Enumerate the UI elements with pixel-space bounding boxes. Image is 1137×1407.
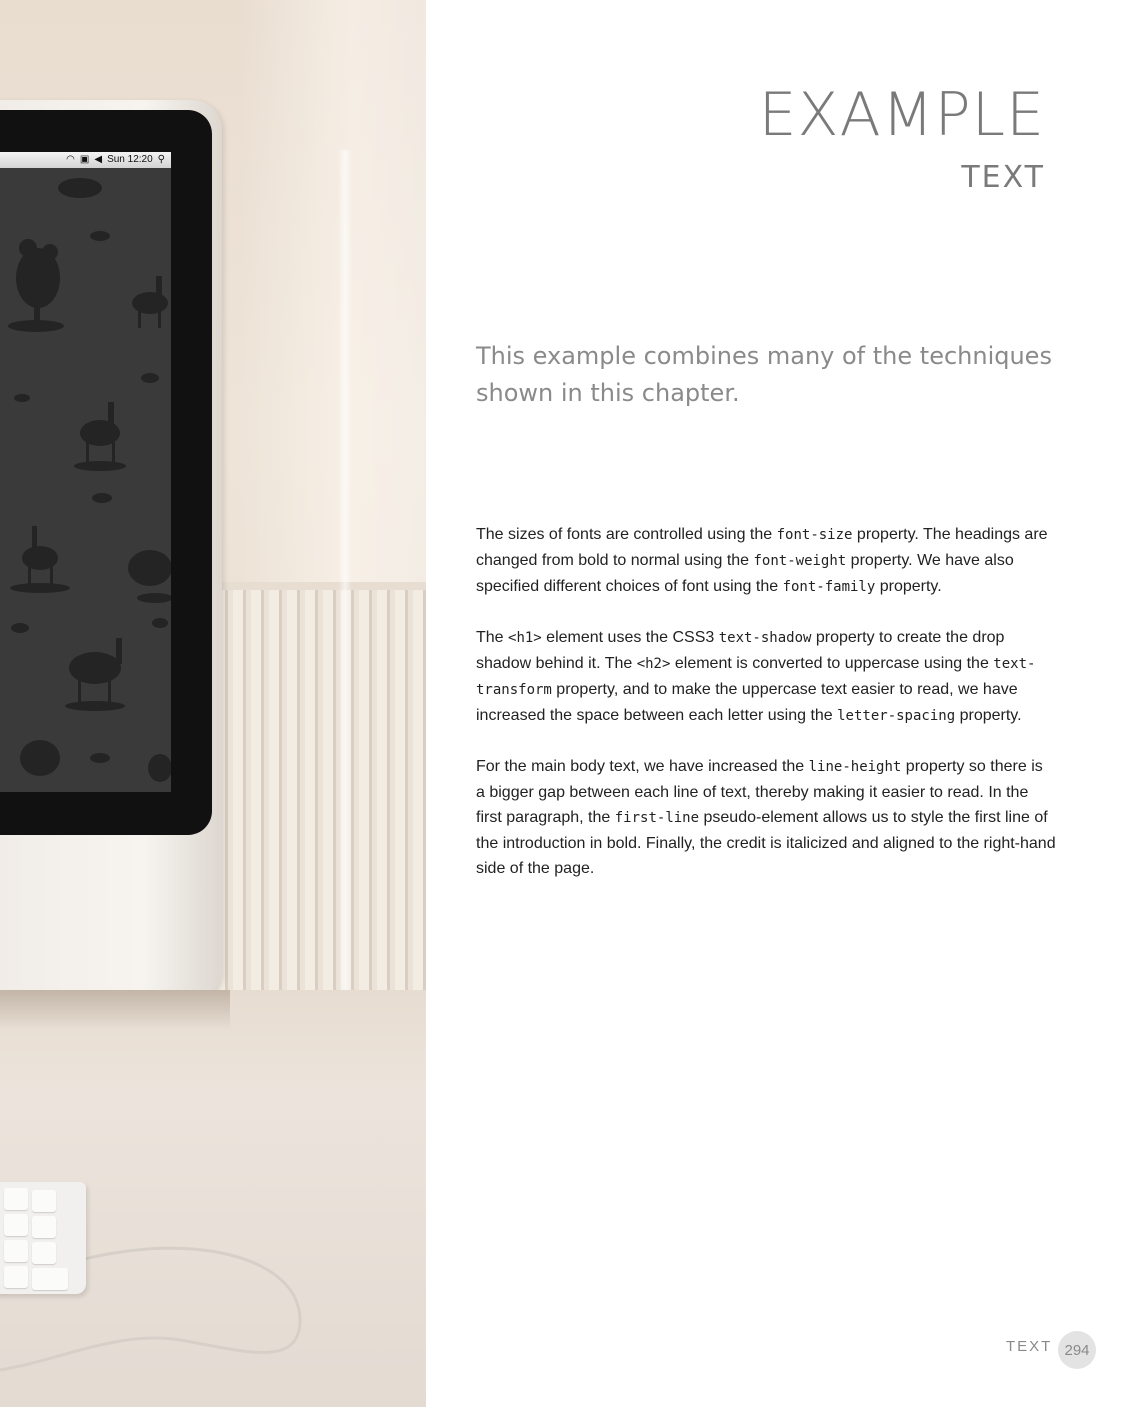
text-segment: The <box>476 629 509 646</box>
body-text: The sizes of fonts are controlled using … <box>476 522 1056 906</box>
paragraph-headings: The <h1> element uses the CSS3 text-shad… <box>476 625 1056 729</box>
keyboard-key <box>32 1268 68 1290</box>
page-number: 294 <box>1058 1331 1096 1369</box>
text-segment: property. <box>875 578 942 595</box>
text-segment: element uses the CSS3 <box>541 629 719 646</box>
keyboard-key <box>4 1266 28 1288</box>
paragraph-fonts: The sizes of fonts are controlled using … <box>476 522 1056 600</box>
railing <box>215 590 426 990</box>
paragraph-body-text: For the main body text, we have increase… <box>476 754 1056 881</box>
keyboard-key <box>32 1242 56 1264</box>
wifi-icon: ◠ <box>66 154 75 165</box>
code-term: letter-spacing <box>837 708 956 724</box>
mac-menubar: ◠ ▣ ◀ Sun 12:20 ⚲ <box>0 152 171 168</box>
display-icon: ▣ <box>79 154 90 165</box>
desk-shadow <box>0 990 230 1030</box>
code-term: line-height <box>808 759 902 775</box>
keyboard-key <box>4 1188 28 1210</box>
keyboard-key <box>4 1214 28 1236</box>
glass-panel-edge <box>338 150 352 1010</box>
keyboard <box>0 1182 86 1294</box>
code-term: first-line <box>614 810 700 826</box>
text-segment: For the main body text, we have increase… <box>476 758 809 775</box>
footer-section-label: TEXT <box>1006 1338 1053 1355</box>
code-term: text-shadow <box>718 630 812 646</box>
volume-icon: ◀ <box>94 154 103 165</box>
code-term: <h1> <box>508 630 542 646</box>
text-segment: element is converted to uppercase using … <box>670 655 994 672</box>
code-term: font-weight <box>753 553 847 569</box>
intro-text: This example combines many of the techni… <box>476 342 1052 407</box>
toile-wallpaper <box>8 178 171 782</box>
page-subtitle: TEXT <box>961 160 1045 195</box>
keyboard-key <box>32 1190 56 1212</box>
code-term: <h2> <box>636 656 671 672</box>
page-title: EXAMPLE <box>758 80 1045 150</box>
keyboard-key <box>4 1240 28 1262</box>
photo-panel: ◠ ▣ ◀ Sun 12:20 ⚲ <box>0 0 426 1407</box>
code-term: font-family <box>782 579 876 595</box>
spotlight-search-icon: ⚲ <box>157 154 165 165</box>
text-segment: The sizes of fonts are controlled using … <box>476 526 777 543</box>
text-segment: property. <box>955 707 1022 724</box>
monitor-screen: ◠ ▣ ◀ Sun 12:20 ⚲ <box>0 152 171 792</box>
keyboard-key <box>32 1216 56 1238</box>
menubar-clock: Sun 12:20 <box>107 154 153 165</box>
code-term: font-size <box>776 527 853 543</box>
